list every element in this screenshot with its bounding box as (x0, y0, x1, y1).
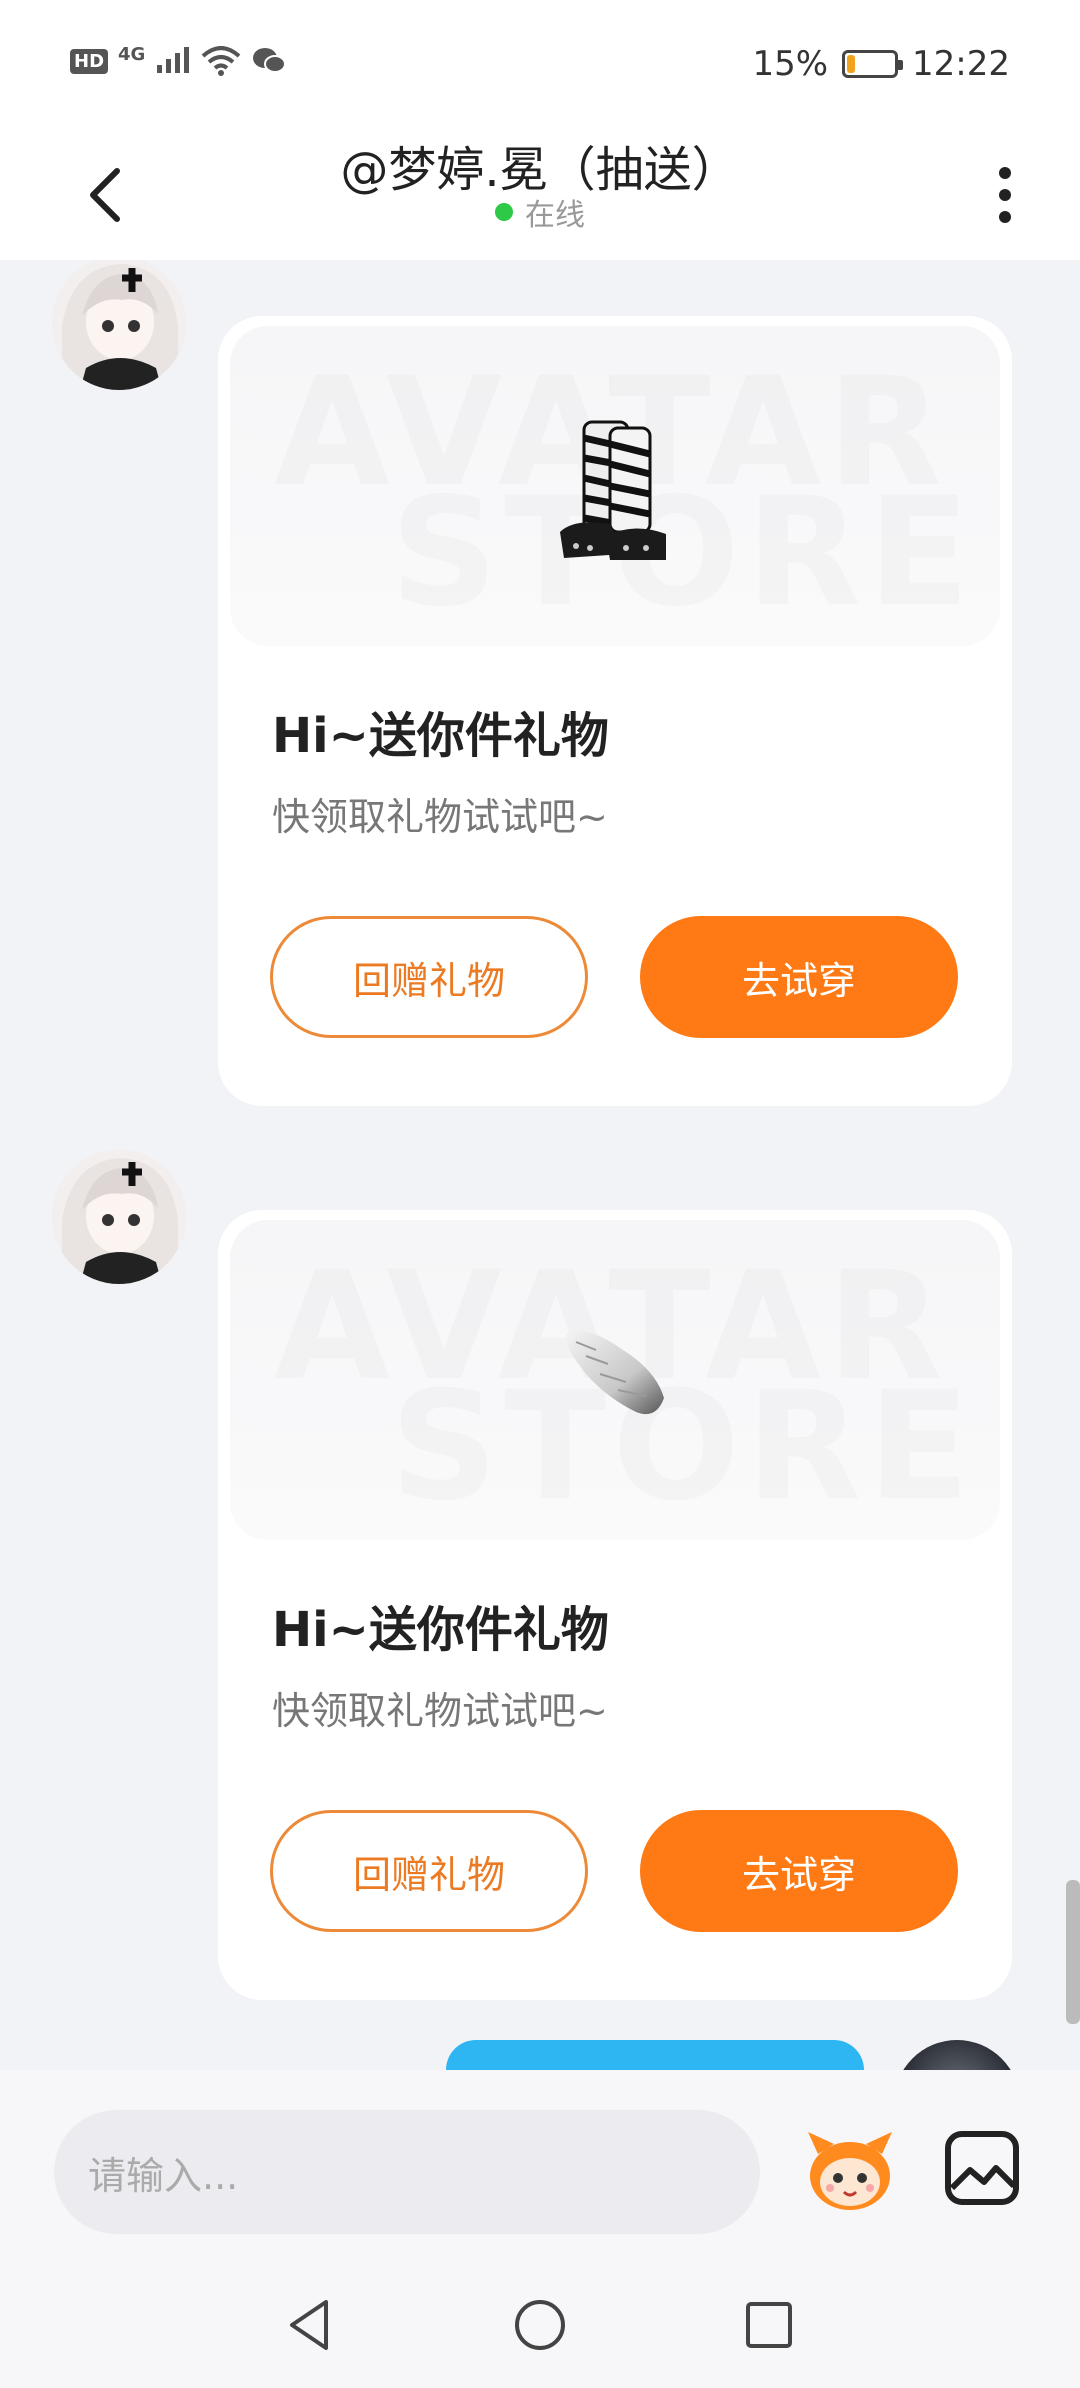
sender-avatar[interactable] (52, 1150, 186, 1284)
status-bar: HD 4G 15% 12:22 (0, 0, 1080, 130)
status-right: 15% 12:22 (752, 44, 1010, 84)
hd-icon: HD (70, 48, 109, 74)
more-vertical-icon (999, 167, 1011, 179)
try-on-button[interactable]: 去试穿 (640, 916, 958, 1038)
scrollbar-thumb[interactable] (1066, 1880, 1080, 2024)
fur-tail-icon (566, 1331, 664, 1415)
banner-watermark-bottom: STORE (390, 1360, 976, 1534)
gift-card: AVATAR STORE Hi~送你件礼物 快领取礼物试试吧~ 回赠礼物 去试穿 (218, 316, 1012, 1106)
back-triangle-icon (290, 2300, 328, 2350)
wifi-icon (202, 46, 241, 76)
message-list[interactable]: AVATAR STORE Hi~送你件礼物 快领取礼物试试吧~ 回赠礼物 去试穿 (0, 260, 1080, 2070)
gift-banner: AVATAR STORE (230, 1220, 1000, 1540)
return-gift-button[interactable]: 回赠礼物 (270, 916, 588, 1038)
image-button[interactable] (944, 2130, 1020, 2206)
message-input[interactable]: 请输入... (54, 2110, 760, 2234)
zebra-boots-icon (560, 420, 666, 560)
network-type-label: 4G (118, 43, 146, 65)
online-status: 在线 (0, 190, 1080, 234)
battery-fill (847, 55, 855, 73)
gift-subtitle: 快领取礼物试试吧~ (272, 1689, 608, 1733)
online-dot-icon (495, 203, 513, 221)
input-bar: 请输入... (0, 2070, 1080, 2270)
gift-subtitle: 快领取礼物试试吧~ (272, 795, 608, 839)
gift-banner: AVATAR STORE (230, 326, 1000, 646)
gift-title: Hi~送你件礼物 (272, 1602, 609, 1658)
nav-recents-button[interactable] (734, 2290, 804, 2360)
wechat-icon (253, 48, 287, 73)
gift-title: Hi~送你件礼物 (272, 708, 609, 764)
image-icon (945, 2131, 1019, 2205)
clock: 12:22 (912, 44, 1010, 84)
battery-icon (842, 50, 904, 78)
self-avatar[interactable] (894, 2040, 1020, 2070)
chat-header: @梦婷.冕（抽送） 在线 (0, 130, 1080, 260)
nav-back-button[interactable] (274, 2290, 344, 2360)
online-status-label: 在线 (525, 198, 585, 233)
home-circle-icon (515, 2300, 565, 2350)
try-on-button[interactable]: 去试穿 (640, 1810, 958, 1932)
gift-card: AVATAR STORE Hi~送你件礼物 快领取礼物试试吧~ 回赠礼物 去试穿 (218, 1210, 1012, 2000)
emoji-button[interactable] (800, 2118, 900, 2218)
signal-icon (157, 47, 190, 73)
anime-girl-avatar-icon (52, 260, 186, 390)
system-nav-bar (0, 2270, 1080, 2388)
nav-home-button[interactable] (505, 2290, 575, 2360)
recents-square-icon (746, 2302, 792, 2348)
sender-avatar[interactable] (52, 260, 186, 390)
mascot-icon (808, 2132, 892, 2210)
more-options-button[interactable] (970, 150, 1040, 240)
sent-message-bubble[interactable] (446, 2040, 864, 2070)
return-gift-button[interactable]: 回赠礼物 (270, 1810, 588, 1932)
status-left: HD 4G (70, 43, 287, 76)
banner-watermark-bottom: STORE (390, 466, 976, 640)
anime-girl-avatar-icon (52, 1150, 186, 1284)
battery-percent: 15% (752, 44, 829, 84)
